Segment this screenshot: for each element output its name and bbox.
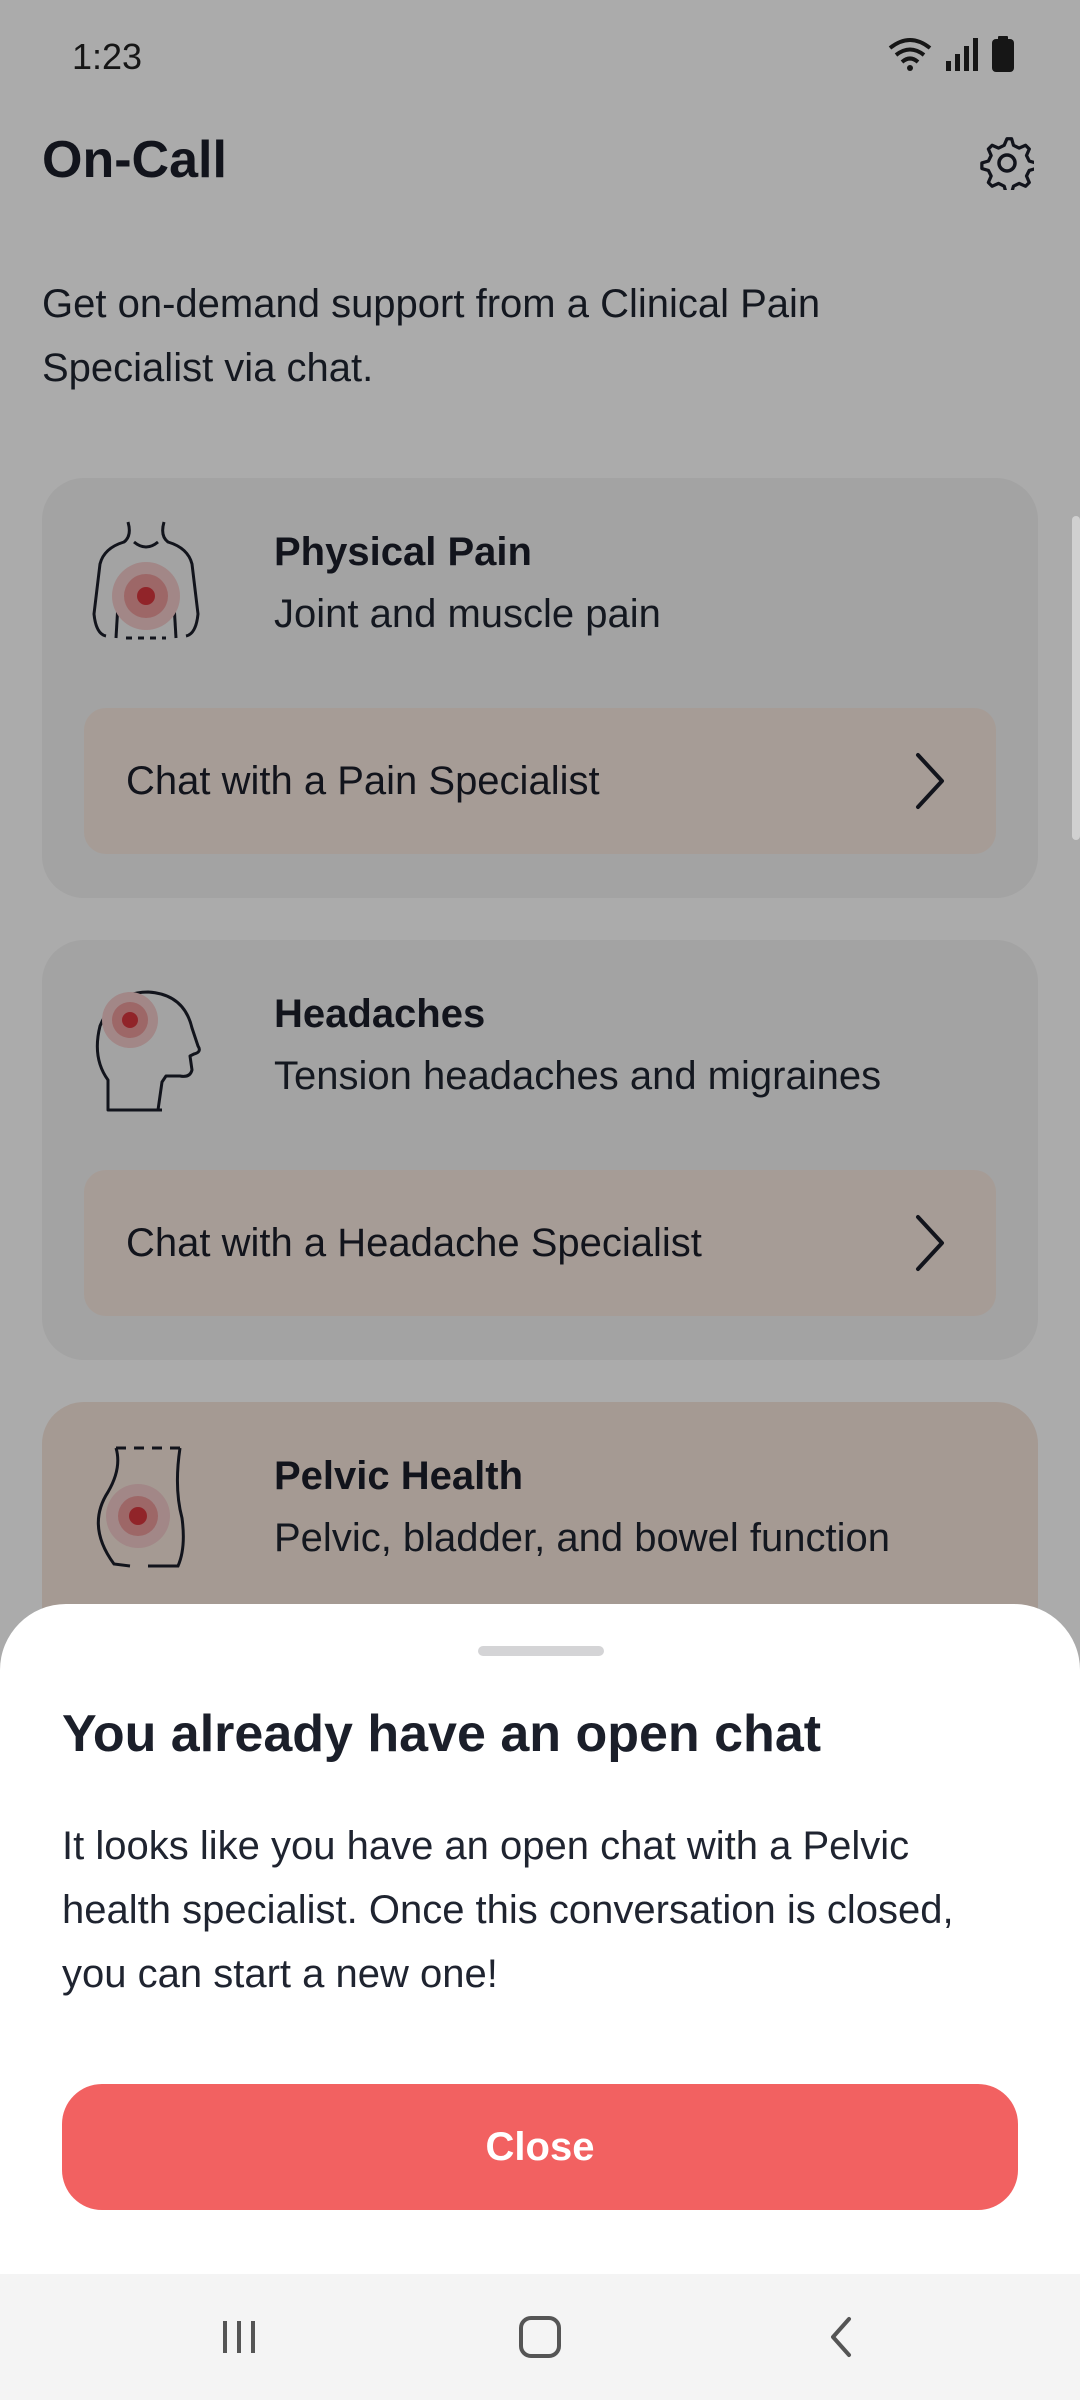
back-icon bbox=[831, 2317, 851, 2357]
sheet-title: You already have an open chat bbox=[62, 1705, 822, 1763]
system-nav-bar bbox=[0, 2274, 1080, 2400]
open-chat-bottom-sheet: You already have an open chat It looks l… bbox=[0, 1604, 1080, 2274]
close-button[interactable]: Close bbox=[62, 2084, 1018, 2210]
sheet-body: It looks like you have an open chat with… bbox=[62, 1824, 954, 1996]
recents-button[interactable] bbox=[194, 2302, 284, 2372]
on-call-screen: 1:23 On-Call Get on-demand support from … bbox=[0, 0, 1080, 2400]
drag-handle[interactable] bbox=[478, 1646, 604, 1656]
back-button[interactable] bbox=[796, 2302, 886, 2372]
home-icon bbox=[519, 2316, 561, 2358]
recents-icon bbox=[223, 2321, 255, 2353]
home-button[interactable] bbox=[495, 2302, 585, 2372]
scrollbar[interactable] bbox=[1072, 516, 1080, 840]
